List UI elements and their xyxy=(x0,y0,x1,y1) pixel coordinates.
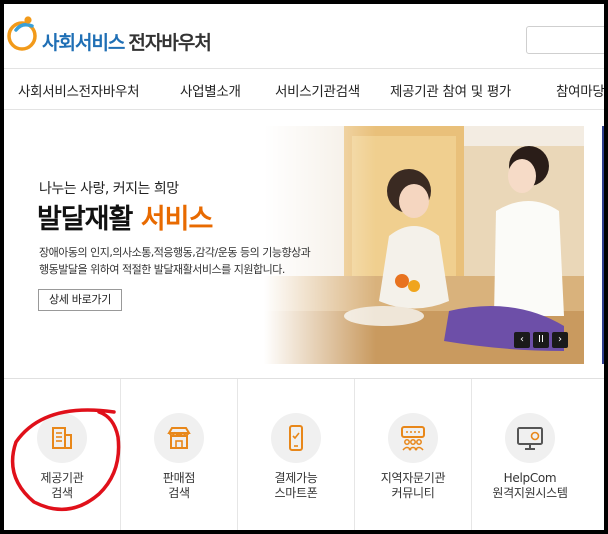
quick-item-label: 지역자문기관 커뮤니티 xyxy=(355,471,471,501)
hero-banner: 나누는 사랑, 커지는 희망 발달재활 서비스 장애아동의 인지,의사소통,적응… xyxy=(4,126,604,364)
building-icon xyxy=(37,413,87,463)
nav-item-provider-evaluation[interactable]: 제공기관 참여 및 평가 xyxy=(390,80,511,100)
banner-tagline: 나누는 사랑, 커지는 희망 xyxy=(39,181,179,197)
quick-item-label: 제공기관 검색 xyxy=(4,471,120,501)
label-line-1: 지역자문기관 xyxy=(380,471,446,485)
quick-item-community[interactable]: 지역자문기관 커뮤니티 xyxy=(355,379,472,530)
slide-prev-button[interactable]: ‹ xyxy=(514,332,530,348)
label-line-2: 스마트폰 xyxy=(274,486,318,500)
headline-main: 발달재활 xyxy=(37,204,133,235)
label-line-2: 원격지원시스템 xyxy=(492,486,568,500)
quick-item-provider-search[interactable]: 제공기관 검색 xyxy=(4,379,121,530)
banner-headline: 발달재활 서비스 xyxy=(37,197,214,236)
brand-secondary: 전자바우처 xyxy=(128,32,211,54)
quick-item-label: 판매점 검색 xyxy=(121,471,237,501)
quick-menu: 제공기관 검색 판매점 검색 결제가능 스마트폰 지역자문기관 커뮤니티 Hel… xyxy=(4,378,604,530)
label-line-1: 판매점 xyxy=(162,471,196,485)
desc-line-1: 장애아동의 인지,의사소통,적응행동,감각/운동 등의 기능향상과 xyxy=(39,246,311,259)
label-line-1: HelpCom xyxy=(503,471,557,485)
label-line-2: 검색 xyxy=(168,486,190,500)
slide-pause-button[interactable]: II xyxy=(533,332,549,348)
quick-item-label: HelpCom 원격지원시스템 xyxy=(472,471,588,501)
quick-item-smartphone[interactable]: 결제가능 스마트폰 xyxy=(238,379,355,530)
detail-button[interactable]: 상세 바로가기 xyxy=(38,289,122,311)
nav-item-agency-search[interactable]: 서비스기관검색 xyxy=(275,80,360,100)
community-icon xyxy=(388,413,438,463)
banner-description: 장애아동의 인지,의사소통,적응행동,감각/운동 등의 기능향상과 행동발달을 … xyxy=(39,244,339,278)
main-nav: 사회서비스전자바우처 사업별소개 서비스기관검색 제공기관 참여 및 평가 참여… xyxy=(4,68,604,110)
page-frame: 사회서비스 전자바우처 사회서비스전자바우처 사업별소개 서비스기관검색 제공기관… xyxy=(4,4,604,530)
site-header: 사회서비스 전자바우처 xyxy=(4,4,604,68)
nav-item-programs[interactable]: 사업별소개 xyxy=(180,80,241,100)
nav-item-voucher[interactable]: 사회서비스전자바우처 xyxy=(18,80,140,100)
label-line-2: 검색 xyxy=(51,486,73,500)
search-input[interactable] xyxy=(526,26,604,54)
label-line-1: 제공기관 xyxy=(40,471,84,485)
quick-item-store-search[interactable]: 판매점 검색 xyxy=(121,379,238,530)
headline-highlight: 서비스 xyxy=(140,204,214,235)
nav-item-participation[interactable]: 참여마당 xyxy=(556,80,604,100)
store-icon xyxy=(154,413,204,463)
slide-next-button[interactable]: › xyxy=(552,332,568,348)
site-brand[interactable]: 사회서비스 전자바우처 xyxy=(42,28,212,55)
monitor-icon xyxy=(505,413,555,463)
smartphone-icon xyxy=(271,413,321,463)
quick-item-helpcom[interactable]: HelpCom 원격지원시스템 xyxy=(472,379,588,530)
quick-item-label: 결제가능 스마트폰 xyxy=(238,471,354,501)
label-line-2: 커뮤니티 xyxy=(391,486,435,500)
label-line-1: 결제가능 xyxy=(274,471,318,485)
banner-edge-strip xyxy=(602,126,604,364)
brand-primary: 사회서비스 xyxy=(42,32,125,54)
desc-line-2: 행동발달을 위하여 적절한 발달재활서비스를 지원합니다. xyxy=(39,263,285,276)
